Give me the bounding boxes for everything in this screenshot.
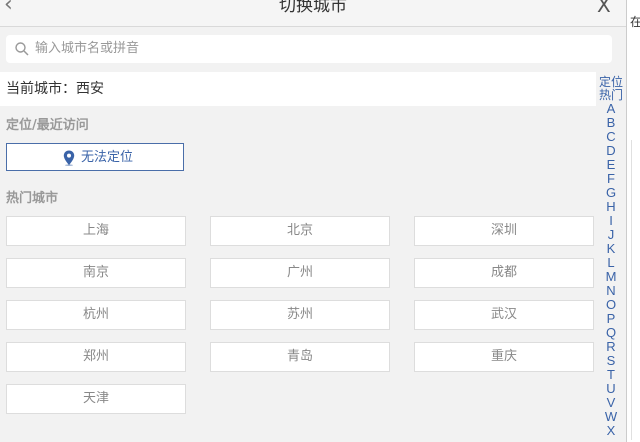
hot-city-button[interactable]: 天津	[6, 384, 186, 414]
index-letter[interactable]: A	[596, 102, 626, 116]
index-letter[interactable]: N	[596, 284, 626, 298]
index-letter[interactable]: O	[596, 298, 626, 312]
hot-city-button[interactable]: 杭州	[6, 300, 186, 330]
index-letter[interactable]: J	[596, 228, 626, 242]
index-letter[interactable]: P	[596, 312, 626, 326]
hot-city-button[interactable]: 深圳	[414, 216, 594, 246]
hot-city-button[interactable]: 广州	[210, 258, 390, 288]
hot-cities-title: 热门城市	[6, 191, 59, 206]
index-letter[interactable]: D	[596, 144, 626, 158]
hot-city-button[interactable]: 北京	[210, 216, 390, 246]
close-icon[interactable]: X	[597, 0, 611, 16]
city-switch-panel: ‹ 切换城市 X 输入城市名或拼音 当前城市：西安 定位/最近访问 无法定位 热…	[0, 0, 626, 442]
locate-button-label: 无法定位	[81, 150, 134, 165]
header: ‹ 切换城市 X	[0, 0, 626, 27]
index-letter[interactable]: F	[596, 172, 626, 186]
index-letter[interactable]: X	[596, 424, 626, 438]
index-letter[interactable]: C	[596, 130, 626, 144]
hot-city-button[interactable]: 青岛	[210, 342, 390, 372]
current-city-label: 当前城市：西安	[6, 81, 104, 97]
index-letter[interactable]: H	[596, 200, 626, 214]
alphabet-index-bar: 定位 热门 A B C D E F G H I J K L M N O P Q …	[596, 76, 626, 438]
index-letter[interactable]: U	[596, 382, 626, 396]
hot-city-button[interactable]: 南京	[6, 258, 186, 288]
page-title: 切换城市	[279, 0, 347, 16]
hot-city-button[interactable]: 苏州	[210, 300, 390, 330]
index-letter[interactable]: R	[596, 340, 626, 354]
index-letter[interactable]: W	[596, 410, 626, 424]
index-letter[interactable]: K	[596, 242, 626, 256]
index-letter[interactable]: V	[596, 396, 626, 410]
index-letter[interactable]: I	[596, 214, 626, 228]
index-letter[interactable]: E	[596, 158, 626, 172]
index-letter[interactable]: B	[596, 116, 626, 130]
location-section-title: 定位/最近访问	[6, 118, 89, 133]
hot-city-button[interactable]: 成都	[414, 258, 594, 288]
search-input[interactable]: 输入城市名或拼音	[6, 35, 612, 63]
index-letter[interactable]: L	[596, 256, 626, 270]
divider	[631, 140, 632, 440]
index-letter[interactable]: S	[596, 354, 626, 368]
search-placeholder: 输入城市名或拼音	[35, 41, 140, 56]
background-window-edge: 在	[626, 0, 640, 442]
index-letter[interactable]: M	[596, 270, 626, 284]
hot-city-button[interactable]: 重庆	[414, 342, 594, 372]
search-icon	[15, 42, 29, 56]
locate-button[interactable]: 无法定位	[6, 143, 184, 171]
index-letter[interactable]: Q	[596, 326, 626, 340]
hot-city-button[interactable]: 郑州	[6, 342, 186, 372]
hot-city-button[interactable]: 武汉	[414, 300, 594, 330]
background-window-text: 在	[630, 15, 640, 29]
hot-city-button[interactable]: 上海	[6, 216, 186, 246]
current-city-row: 当前城市：西安	[0, 72, 596, 106]
location-pin-icon	[63, 150, 75, 166]
index-letter[interactable]: T	[596, 368, 626, 382]
index-letter[interactable]: G	[596, 186, 626, 200]
